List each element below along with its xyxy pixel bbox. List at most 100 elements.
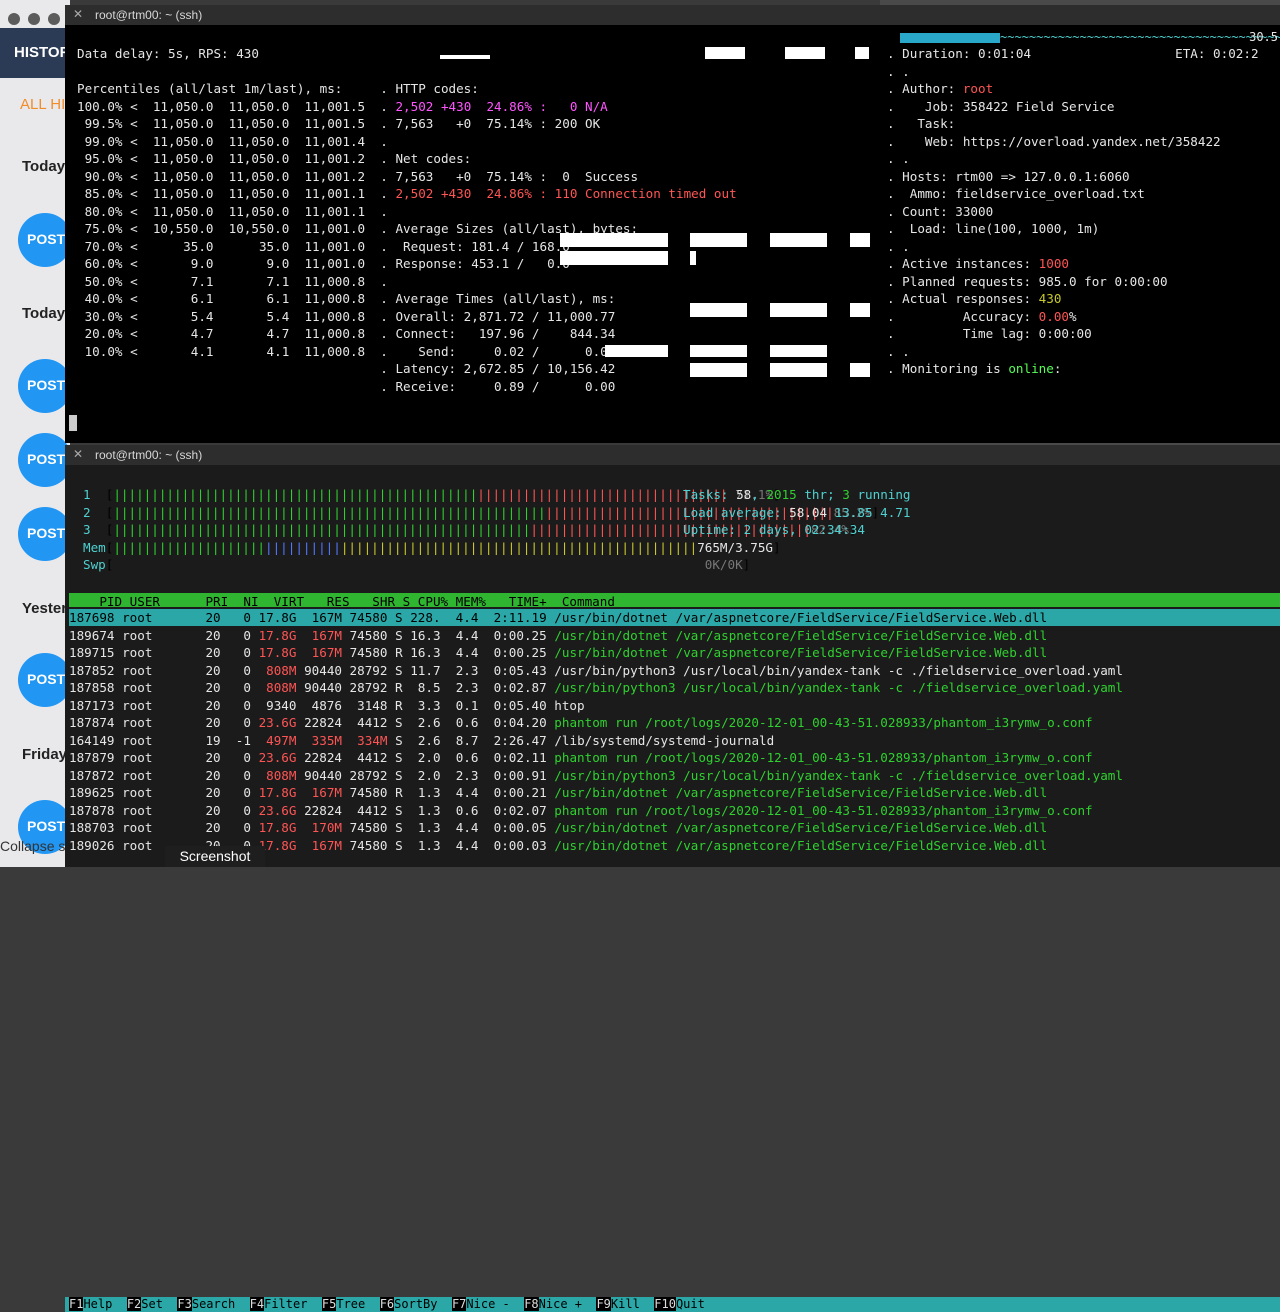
time-bar — [605, 345, 668, 357]
terminal-cursor — [69, 415, 77, 431]
table-row[interactable]: 187872 root 20 0 808M 90440 28792 S 2.0 … — [69, 767, 1123, 785]
table-row[interactable]: 187852 root 20 0 808M 90440 28792 S 11.7… — [69, 662, 1123, 680]
tank-line: Data delay: 5s, RPS: 430 — [77, 46, 259, 61]
process-table-header[interactable]: PID USER PRI NI VIRT RES SHR S CPU% MEM%… — [69, 593, 1280, 609]
tank-left-panel: Data delay: 5s, RPS: 430 Percentiles (al… — [77, 45, 737, 395]
table-row[interactable]: 187874 root 20 0 23.6G 22824 4412 S 2.6 … — [69, 714, 1123, 732]
system-summary: Tasks: 58, 2015 thr; 3 running Load avera… — [683, 486, 911, 539]
load-average-line: Load average: 58.04 13.85 4.71 — [683, 504, 911, 520]
tank-info-line: . . — [887, 63, 910, 79]
size-bar — [850, 233, 870, 247]
terminal-window-tank[interactable]: ✕ root@rtm00: ~ (ssh) ~~~~~~~~~~~~~~~~~~~… — [65, 5, 1280, 443]
tank-info-line: . Planned requests: 985.0 for 0:00:00 — [887, 273, 1168, 289]
terminal-title-bar[interactable]: ✕ root@rtm00: ~ (ssh) — [65, 5, 1280, 25]
post-badge[interactable]: POST — [18, 213, 72, 267]
fkey-f1: F1 — [69, 1297, 84, 1311]
all-tab[interactable]: ALL HI — [20, 96, 65, 113]
tasks-line: Tasks: 58, 2015 thr; 3 running — [683, 487, 911, 502]
tank-line: 99.0% < 11,050.0 11,050.0 11,001.4 . — [77, 133, 388, 149]
table-row[interactable]: 189674 root 20 0 17.8G 167M 74580 S 16.3… — [69, 627, 1123, 645]
progress-fill — [900, 33, 1000, 43]
tank-info-line: . Actual responses: 430 — [887, 291, 1062, 306]
fkey-f5: F5 — [321, 1297, 337, 1311]
table-row[interactable]: 187698 root 20 0 17.8G 167M 74580 S 228.… — [69, 609, 1123, 627]
close-icon[interactable]: ✕ — [73, 447, 83, 461]
rps-spark — [440, 55, 490, 59]
post-badge[interactable]: POST — [18, 507, 72, 561]
tank-info-line: . Web: https://overload.yandex.net/35842… — [887, 133, 1221, 149]
fkey-f4: F4 — [249, 1297, 265, 1311]
post-badge[interactable]: POST — [18, 433, 72, 487]
progress-remaining: ~~~~~~~~~~~~~~~~~~~~~~~~~~~~~~~~~~~~~~~~ — [1000, 30, 1280, 44]
tank-info-line: . Time lag: 0:00:00 — [887, 326, 1092, 341]
post-badge[interactable]: POST — [18, 653, 72, 707]
tank-info-line: . Load: line(100, 1000, 1m) — [887, 221, 1100, 236]
tank-info-line: . Accuracy: 0.00% — [887, 308, 1077, 324]
window-controls[interactable] — [8, 10, 68, 29]
progress-bar: ~~~~~~~~~~~~~~~~~~~~~~~~~~~~~~~~~~~~~~~~… — [900, 29, 1280, 45]
fkey-f3: F3 — [177, 1297, 192, 1311]
tank-info-line: . . — [887, 343, 910, 359]
process-table[interactable]: 187698 root 20 0 17.8G 167M 74580 S 228.… — [69, 609, 1123, 854]
table-row[interactable]: 189625 root 20 0 17.8G 167M 74580 R 1.3 … — [69, 784, 1123, 802]
time-bar — [770, 303, 827, 317]
fkey-f8: F8 — [524, 1297, 539, 1311]
post-badge[interactable]: POST — [18, 359, 72, 413]
tank-line: 30.0% < 5.4 5.4 11,000.8 . Overall: 2,87… — [77, 308, 616, 324]
tank-info-line: . . — [887, 238, 910, 254]
size-bar — [560, 233, 668, 247]
rps-spark — [705, 47, 745, 59]
terminal-title: root@rtm00: ~ (ssh) — [95, 8, 203, 22]
section-today-2: Today — [22, 305, 66, 322]
time-bar — [690, 303, 747, 317]
terminal-title: root@rtm00: ~ (ssh) — [95, 448, 203, 462]
background-app-panel: HISTOF ALL HI Today POST Today POST POST… — [0, 0, 72, 867]
tank-line: . Receive: 0.89 / 0.00 — [77, 378, 616, 394]
history-header: HISTOF — [0, 28, 70, 78]
terminal-window-htop[interactable]: ✕ root@rtm00: ~ (ssh) 1 [||||||||||||||||… — [65, 445, 1280, 1312]
fkey-f6: F6 — [379, 1297, 395, 1311]
tank-line: 80.0% < 11,050.0 11,050.0 11,001.1 . — [77, 203, 388, 219]
section-yesterday: Yester — [22, 600, 68, 617]
fkey-f9: F9 — [596, 1297, 611, 1311]
memory-meter: Mem[||||||||||||||||||||||||||||||||||||… — [83, 539, 781, 555]
tank-info-line: . Job: 358422 Field Service — [887, 98, 1115, 114]
terminal-title-bar[interactable]: ✕ root@rtm00: ~ (ssh) — [65, 445, 1280, 465]
table-row[interactable]: 187173 root 20 0 9340 4876 3148 R 3.3 0.… — [69, 697, 1123, 715]
tank-line: 40.0% < 6.1 6.1 11,000.8 . Average Times… — [77, 291, 616, 306]
collapse-link[interactable]: Collapse s — [0, 838, 65, 854]
size-bar — [560, 251, 668, 265]
tank-info-line: . Active instances: 1000 — [887, 256, 1069, 271]
uptime-line: Uptime: 2 days, 02:34:34 — [683, 522, 865, 537]
tank-line — [77, 63, 737, 81]
table-row[interactable]: 187878 root 20 0 23.6G 22824 4412 S 1.3 … — [69, 802, 1123, 820]
section-today: Today — [22, 158, 66, 175]
table-row[interactable]: 164149 root 19 -1 497M 335M 334M S 2.6 8… — [69, 732, 1123, 750]
close-icon[interactable]: ✕ — [73, 7, 83, 21]
rps-spark — [785, 47, 825, 59]
size-bar — [690, 251, 696, 265]
tank-info-line: . Monitoring is online: — [887, 361, 1062, 376]
tank-right-panel: . Duration: 0:01:04 ETA: 0:02:2 . . . Auth… — [887, 45, 1259, 378]
table-row[interactable]: 188703 root 20 0 17.8G 170M 74580 S 1.3 … — [69, 819, 1123, 837]
fkey-f7: F7 — [451, 1297, 467, 1311]
size-bar — [770, 233, 827, 247]
tank-line: 95.0% < 11,050.0 11,050.0 11,001.2 . Net… — [77, 151, 472, 166]
fkey-f2: F2 — [126, 1297, 142, 1311]
time-bar — [690, 363, 747, 377]
screenshot-tooltip: Screenshot — [165, 846, 265, 867]
tank-info-line: . Ammo: fieldservice_overload.txt — [887, 186, 1145, 201]
tank-line: 20.0% < 4.7 4.7 11,000.8 . Connect: 197.… — [77, 326, 616, 341]
size-bar — [690, 233, 747, 247]
table-row[interactable]: 187879 root 20 0 23.6G 22824 4412 S 2.0 … — [69, 749, 1123, 767]
table-row[interactable]: 187858 root 20 0 808M 90440 28792 R 8.5 … — [69, 679, 1123, 697]
time-bar — [770, 363, 827, 377]
table-row[interactable]: 189715 root 20 0 17.8G 167M 74580 R 16.3… — [69, 644, 1123, 662]
progress-percent: 30.5 — [1249, 30, 1278, 44]
tank-line: Percentiles (all/last 1m/last), ms: . HT… — [77, 81, 479, 96]
tank-info-line: . . — [887, 151, 910, 166]
section-friday: Friday — [22, 746, 68, 763]
function-key-bar[interactable]: F1Help F2Set F3Search F4Filter F5Tree F6… — [65, 1297, 1280, 1312]
swap-meter: Swp[ 0K/0K] — [83, 557, 751, 572]
tank-info-line: . Count: 33000 — [887, 203, 994, 219]
